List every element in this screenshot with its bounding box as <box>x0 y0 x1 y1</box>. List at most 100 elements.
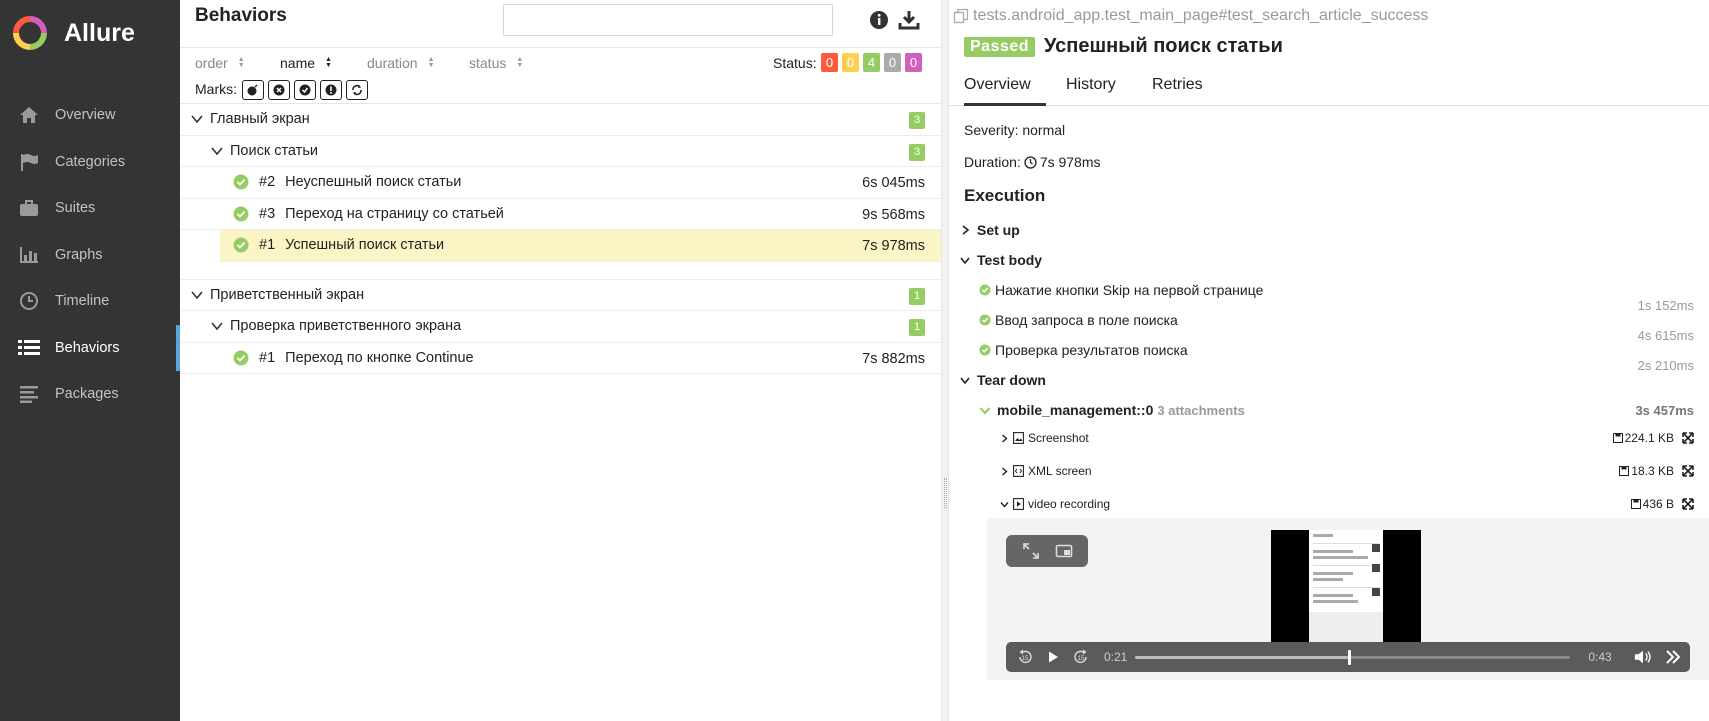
play-icon[interactable] <box>1044 648 1062 666</box>
count-badge: 1 <box>909 287 925 305</box>
tab-overview[interactable]: Overview <box>964 76 1046 106</box>
video-content-image <box>1309 530 1383 648</box>
attachment-name: Screenshot <box>1028 431 1089 445</box>
video-player: 15 15 0:21 0:43 <box>987 518 1709 680</box>
attachment-row[interactable]: XML screen 18.3 KB <box>999 461 1699 481</box>
fullscreen-icon[interactable] <box>1022 542 1040 560</box>
attachment-row[interactable]: Screenshot 224.1 KB <box>999 428 1699 448</box>
step-row[interactable]: Нажатие кнопки Skip на первой странице <box>979 282 1263 298</box>
chevron-right-icon <box>1002 466 1008 476</box>
behaviors-header: Behaviors <box>180 0 941 48</box>
expand-icon[interactable] <box>1682 498 1694 510</box>
test-tabs: Overview History Retries <box>949 70 1709 106</box>
new-passed-mark-icon[interactable] <box>294 80 316 100</box>
tab-retries[interactable]: Retries <box>1152 76 1203 106</box>
chevron-down-icon <box>979 407 991 415</box>
duration-value: 7s 978ms <box>1039 154 1101 170</box>
status-count-badge[interactable]: 0 <box>884 53 901 72</box>
fixture-name: mobile_management::0 <box>997 402 1154 418</box>
sidebar-item-behaviors[interactable]: Behaviors <box>0 324 180 372</box>
status-filter: 00400 <box>821 53 922 72</box>
picture-in-picture-icon[interactable] <box>1055 542 1073 560</box>
test-order: #1 <box>259 237 276 254</box>
download-icon[interactable] <box>898 9 920 31</box>
marks-label: Marks: <box>195 81 237 97</box>
tab-history[interactable]: History <box>1066 76 1116 106</box>
status-count-badge[interactable]: 0 <box>821 53 838 72</box>
new-broken-mark-icon[interactable] <box>320 80 342 100</box>
tree-group-row[interactable]: Приветственный экран 1 <box>180 280 941 311</box>
fixture-duration: 3s 457ms <box>1635 403 1694 418</box>
rewind-15-icon[interactable]: 15 <box>1016 648 1034 666</box>
search-input[interactable] <box>503 4 833 36</box>
test-name: Неуспешный поиск статьи <box>285 174 462 191</box>
sidebar-item-overview[interactable]: Overview <box>0 92 180 139</box>
tree-group-row[interactable]: Главный экран 3 <box>180 104 941 136</box>
chevron-down-icon <box>211 322 223 331</box>
step-name: Проверка результатов поиска <box>995 342 1188 358</box>
status-badge: Passed <box>964 37 1036 57</box>
flaky-mark-icon[interactable] <box>242 80 264 100</box>
info-icon[interactable] <box>869 10 889 30</box>
sidebar-item-label: Overview <box>55 107 116 124</box>
forward-15-icon[interactable]: 15 <box>1072 648 1090 666</box>
sort-duration[interactable]: duration ▲ ▼ <box>367 55 435 71</box>
test-row[interactable]: #3 Переход на страницу со статьей 9s 568… <box>180 199 941 230</box>
setup-step[interactable]: Set up <box>959 222 1020 238</box>
attachment-size-value: 18.3 KB <box>1631 464 1674 478</box>
video-scrubber-knob[interactable] <box>1347 649 1351 665</box>
group-name: Главный экран <box>210 111 310 128</box>
chevron-down-icon <box>1000 501 1009 508</box>
more-controls-icon[interactable] <box>1664 648 1682 666</box>
expand-icon[interactable] <box>1682 465 1694 477</box>
expand-icon[interactable] <box>1682 432 1694 444</box>
splitter-grip-icon[interactable] <box>944 478 947 508</box>
sort-label: order <box>195 55 228 71</box>
test-row[interactable]: #1 Переход по кнопке Continue 7s 882ms <box>180 343 941 374</box>
volume-icon[interactable] <box>1634 648 1652 666</box>
flag-icon <box>18 151 40 173</box>
attachment-row[interactable]: video recording 436 B <box>999 494 1699 514</box>
step-row[interactable]: Ввод запроса в поле поиска <box>979 312 1178 328</box>
sort-label: status <box>469 55 507 71</box>
step-name: Нажатие кнопки Skip на первой странице <box>995 282 1264 298</box>
list-icon <box>18 337 40 359</box>
status-count-badge[interactable]: 4 <box>863 53 880 72</box>
video-scrubber[interactable] <box>1135 649 1571 665</box>
status-count-badge[interactable]: 0 <box>842 53 859 72</box>
step-name: Ввод запроса в поле поиска <box>995 312 1178 328</box>
sort-label: name <box>280 55 316 71</box>
video-frame[interactable] <box>1271 530 1421 648</box>
fixture-row[interactable]: mobile_management::0 3 attachments <box>979 402 1245 418</box>
test-title: Успешный поиск статьи <box>1044 35 1283 57</box>
new-failed-mark-icon[interactable] <box>268 80 290 100</box>
copy-icon[interactable] <box>953 8 969 24</box>
sidebar-item-packages[interactable]: Packages <box>0 371 180 418</box>
test-row-selected[interactable]: #1 Успешный поиск статьи 7s 978ms <box>220 230 941 262</box>
retries-mark-icon[interactable] <box>346 80 368 100</box>
sort-name[interactable]: name ▲ ▼ <box>280 55 332 71</box>
status-count-badge[interactable]: 0 <box>905 53 922 72</box>
chevron-down-icon <box>191 115 203 124</box>
test-path-text: tests.android_app.test_main_page#test_se… <box>973 7 1429 24</box>
sort-status[interactable]: status ▲ ▼ <box>469 55 523 71</box>
test-body-step[interactable]: Test body <box>959 252 1042 268</box>
marks-bar: Marks: <box>180 78 941 104</box>
sidebar-item-graphs[interactable]: Graphs <box>0 232 180 279</box>
video-file-icon <box>1013 498 1024 510</box>
tree-feature-row[interactable]: Поиск статьи 3 <box>180 136 941 167</box>
attachment-size: 436 B <box>1630 497 1674 511</box>
brand[interactable]: Allure <box>0 0 180 66</box>
sidebar-item-label: Graphs <box>55 246 103 263</box>
sort-arrows-icon: ▲ ▼ <box>325 56 332 69</box>
test-row[interactable]: #2 Неуспешный поиск статьи 6s 045ms <box>180 167 941 199</box>
test-duration: 7s 978ms <box>862 238 925 254</box>
sidebar-item-suites[interactable]: Suites <box>0 185 180 232</box>
sidebar-item-timeline[interactable]: Timeline <box>0 278 180 325</box>
sidebar-item-categories[interactable]: Categories <box>0 139 180 186</box>
sort-order[interactable]: order ▲ ▼ <box>195 55 245 71</box>
tree-feature-row[interactable]: Проверка приветственного экрана 1 <box>180 311 941 343</box>
pane-splitter[interactable] <box>941 0 949 721</box>
step-row[interactable]: Проверка результатов поиска <box>979 342 1188 358</box>
teardown-step[interactable]: Tear down <box>959 372 1046 388</box>
